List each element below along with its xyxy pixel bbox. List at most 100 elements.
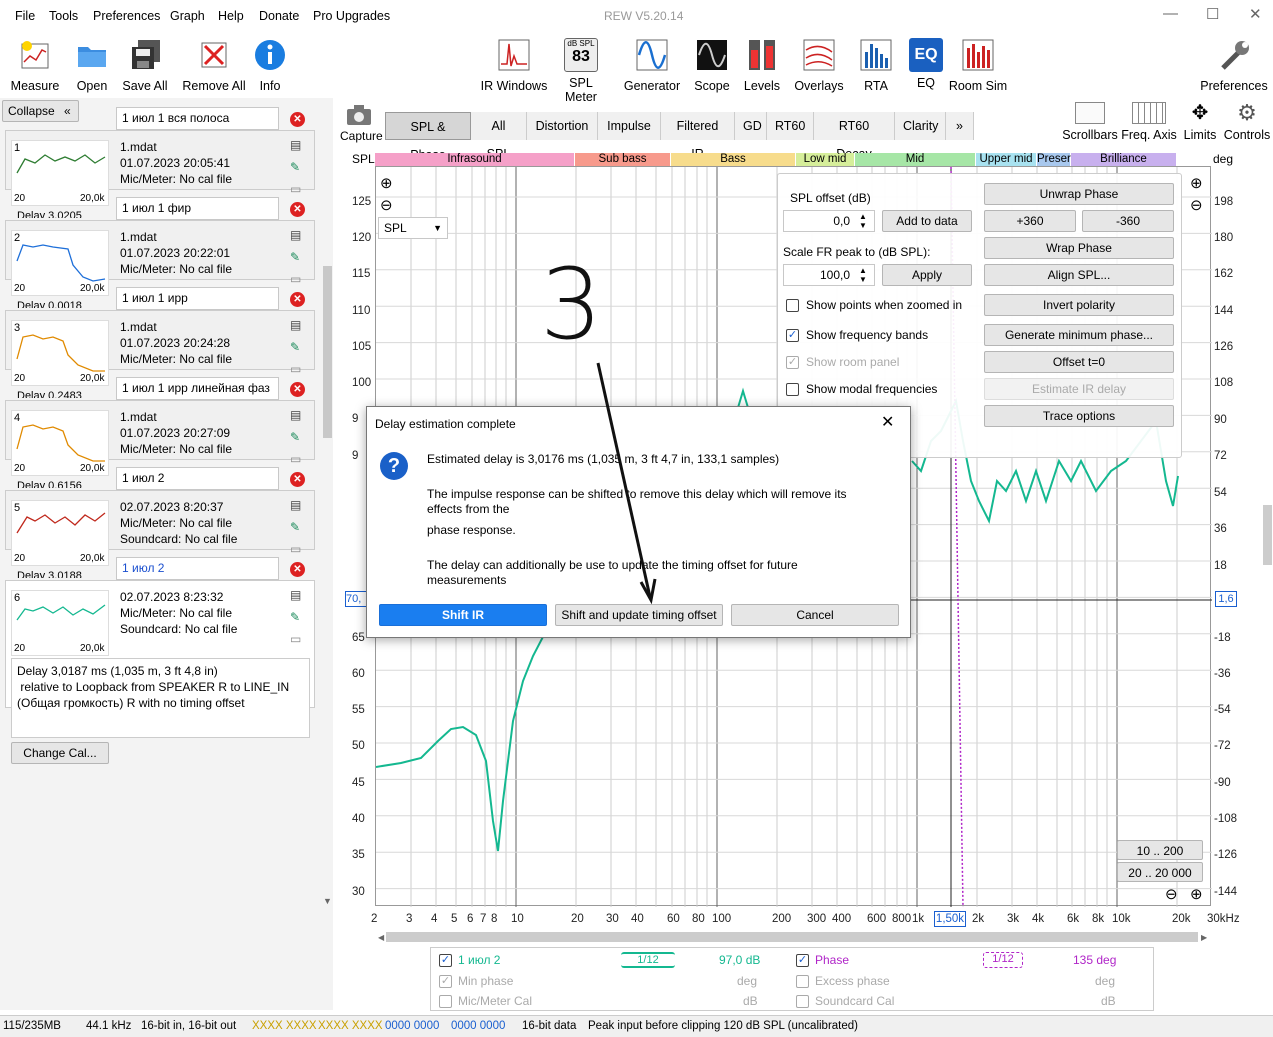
offset-t0-button[interactable]: Offset t=0 (984, 351, 1174, 373)
show-modal-checkbox[interactable] (786, 383, 799, 396)
add-to-data-button[interactable]: Add to data (882, 210, 972, 232)
measure-button[interactable]: Measure (8, 38, 62, 93)
measurement-thumbnail[interactable]: 4 20 20,0k (11, 410, 109, 476)
measurement-info-icon[interactable]: ▤ (290, 318, 301, 332)
notes-icon[interactable]: ▭ (290, 542, 301, 556)
remove-measurement-icon[interactable]: ✕ (290, 112, 305, 127)
limits-button[interactable]: ✥ Limits (1180, 102, 1220, 142)
menu-file[interactable]: File (15, 9, 35, 23)
save-all-button[interactable]: Save All (120, 38, 170, 93)
zoom-out-right-icon[interactable]: ⊖ (1190, 196, 1203, 214)
menu-pro-upgrades[interactable]: Pro Upgrades (313, 9, 390, 23)
measurement-thumbnail[interactable]: 2 20 20,0k (11, 230, 109, 296)
tab-gd[interactable]: GD (735, 112, 767, 140)
min-phase-checkbox[interactable]: ✓ (439, 975, 452, 988)
shift-update-timing-button[interactable]: Shift and update timing offset (555, 604, 723, 626)
tab-rt60-decay[interactable]: RT60 Decay (814, 112, 895, 161)
invert-polarity-button[interactable]: Invert polarity (984, 294, 1174, 316)
zoom-in-icon[interactable]: ⊕ (380, 174, 393, 192)
measurement-thumbnail[interactable]: 3 20 20,0k (11, 320, 109, 386)
pencil-icon[interactable]: ✎ (290, 610, 300, 624)
zoom-out-x-icon[interactable]: ⊖ (1165, 885, 1178, 903)
zoom-preset-10-200[interactable]: 10 .. 200 (1117, 840, 1203, 860)
apply-button[interactable]: Apply (882, 264, 972, 286)
trace-options-button[interactable]: Trace options (984, 405, 1174, 427)
tab-distortion[interactable]: Distortion (527, 112, 598, 140)
show-bands-checkbox[interactable]: ✓ (786, 329, 799, 342)
info-button[interactable]: Info (252, 38, 288, 93)
remove-measurement-icon[interactable]: ✕ (290, 562, 305, 577)
generator-button[interactable]: Generator (622, 38, 682, 93)
measurement-thumbnail[interactable]: 5 20 20,0k (11, 500, 109, 566)
scroll-right-icon[interactable]: ▶ (1201, 933, 1207, 942)
show-room-checkbox[interactable]: ✓ (786, 356, 799, 369)
change-cal-button[interactable]: Change Cal... (11, 742, 109, 764)
menu-help[interactable]: Help (218, 9, 244, 23)
zoom-out-icon[interactable]: ⊖ (380, 196, 393, 214)
sidebar-scrollbar[interactable] (323, 266, 332, 438)
room-sim-button[interactable]: Room Sim (948, 38, 1008, 93)
measurement-info-icon[interactable]: ▤ (290, 408, 301, 422)
smoothing-badge[interactable]: 1/12 (621, 952, 675, 968)
mic-cal-checkbox[interactable] (439, 995, 452, 1008)
menu-tools[interactable]: Tools (49, 9, 78, 23)
notes-icon[interactable]: ▭ (290, 362, 301, 376)
show-points-checkbox[interactable] (786, 299, 799, 312)
capture-button[interactable]: Capture (340, 104, 383, 143)
measurement-info-icon[interactable]: ▤ (290, 228, 301, 242)
phase-smoothing-badge[interactable]: 1/12 (983, 952, 1023, 968)
measurement-name-input[interactable]: 1 июл 1 ирр линейная фаз (116, 377, 279, 400)
notes-icon[interactable]: ▭ (290, 452, 301, 466)
measurement-info-icon[interactable]: ▤ (290, 498, 301, 512)
spl-trace-checkbox[interactable]: ✓ (439, 954, 452, 967)
tab-filtered-ir[interactable]: Filtered IR (661, 112, 735, 161)
zoom-in-right-icon[interactable]: ⊕ (1190, 174, 1203, 192)
remove-measurement-icon[interactable]: ✕ (290, 202, 305, 217)
pencil-icon[interactable]: ✎ (290, 430, 300, 444)
pencil-icon[interactable]: ✎ (290, 520, 300, 534)
spinner-icon[interactable]: ▲ ▼ (859, 266, 867, 284)
remove-measurement-icon[interactable]: ✕ (290, 472, 305, 487)
levels-button[interactable]: Levels (740, 38, 784, 93)
plus-360-button[interactable]: +360 (984, 210, 1076, 232)
menu-donate[interactable]: Donate (259, 9, 299, 23)
unwrap-phase-button[interactable]: Unwrap Phase (984, 183, 1174, 205)
soundcard-cal-checkbox[interactable] (796, 995, 809, 1008)
pencil-icon[interactable]: ✎ (290, 160, 300, 174)
notes-icon[interactable]: ▭ (290, 272, 301, 286)
dialog-close-icon[interactable]: ✕ (881, 412, 894, 432)
maximize-icon[interactable]: ☐ (1206, 5, 1219, 23)
notes-icon[interactable]: ▭ (290, 632, 301, 646)
measurement-name-input[interactable]: 1 июл 1 вся полоса (116, 107, 279, 130)
tab-rt60[interactable]: RT60 (767, 112, 814, 140)
remove-measurement-icon[interactable]: ✕ (290, 292, 305, 307)
spl-meter-button[interactable]: dB SPL 83 SPL Meter (552, 38, 610, 104)
measurement-name-input[interactable]: 1 июл 2 (116, 557, 279, 580)
zoom-in-x-icon[interactable]: ⊕ (1190, 885, 1203, 903)
spl-select[interactable]: SPL ▼ (378, 217, 448, 239)
x-scrollbar[interactable] (386, 932, 1198, 942)
notes-icon[interactable]: ▭ (290, 182, 301, 196)
overlays-button[interactable]: Overlays (792, 38, 846, 93)
zoom-preset-20-20000[interactable]: 20 .. 20 000 (1117, 862, 1203, 882)
open-button[interactable]: Open (70, 38, 114, 93)
scrollbars-button[interactable]: Scrollbars (1060, 102, 1120, 142)
rta-button[interactable]: RTA (856, 38, 896, 93)
remove-all-button[interactable]: Remove All (180, 38, 248, 93)
measurement-name-input[interactable]: 1 июл 1 ирр (116, 287, 279, 310)
estimate-ir-delay-button[interactable]: Estimate IR delay (984, 378, 1174, 400)
shift-ir-button[interactable]: Shift IR (379, 604, 547, 626)
preferences-button[interactable]: Preferences (1200, 38, 1268, 93)
tab-impulse[interactable]: Impulse (598, 112, 661, 140)
phase-checkbox[interactable]: ✓ (796, 954, 809, 967)
tab-clarity[interactable]: Clarity (895, 112, 946, 140)
cancel-button[interactable]: Cancel (731, 604, 899, 626)
measurement-thumbnail[interactable]: 6 20 20,0k (11, 590, 109, 656)
pencil-icon[interactable]: ✎ (290, 340, 300, 354)
menu-preferences[interactable]: Preferences (93, 9, 160, 23)
generate-minimum-phase-button[interactable]: Generate minimum phase... (984, 324, 1174, 346)
minus-360-button[interactable]: -360 (1082, 210, 1174, 232)
tab-all-spl[interactable]: All SPL (471, 112, 527, 161)
freq-axis-button[interactable]: Freq. Axis (1120, 102, 1178, 142)
menu-graph[interactable]: Graph (170, 9, 205, 23)
